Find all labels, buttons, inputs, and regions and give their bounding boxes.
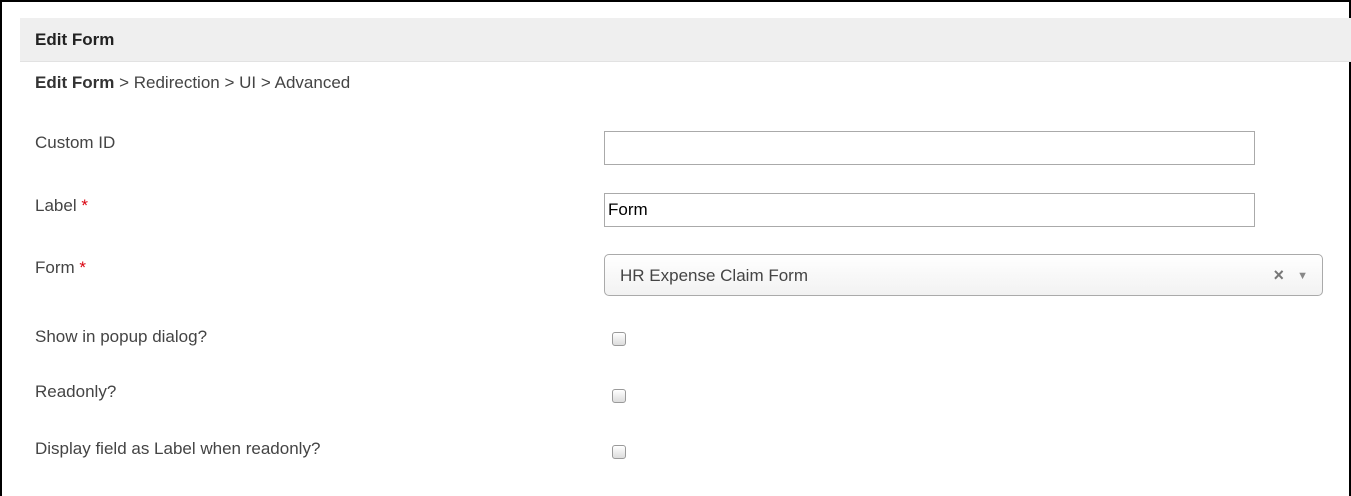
- display-as-label-label: Display field as Label when readonly?: [35, 439, 320, 459]
- readonly-label-text: Readonly?: [35, 382, 117, 401]
- label-input[interactable]: [604, 193, 1255, 227]
- breadcrumb-step-advanced[interactable]: Advanced: [275, 73, 351, 92]
- form-field-label-text: Form: [35, 258, 75, 277]
- label-field-label: Label *: [35, 196, 88, 216]
- display-as-label-label-text: Display field as Label when readonly?: [35, 439, 321, 458]
- breadcrumb: Edit Form > Redirection > UI > Advanced: [35, 73, 350, 93]
- custom-id-label-text: Custom ID: [35, 133, 116, 152]
- show-in-popup-label: Show in popup dialog?: [35, 327, 207, 347]
- breadcrumb-step-redirection[interactable]: Redirection: [134, 73, 220, 92]
- show-in-popup-label-text: Show in popup dialog?: [35, 327, 208, 346]
- breadcrumb-step-ui[interactable]: UI: [239, 73, 256, 92]
- required-marker: *: [81, 196, 88, 215]
- breadcrumb-current: Edit Form: [35, 73, 115, 92]
- panel-header: Edit Form: [20, 18, 1351, 62]
- breadcrumb-separator: >: [224, 73, 235, 92]
- panel-title: Edit Form: [35, 30, 115, 49]
- chevron-down-icon[interactable]: ▼: [1297, 267, 1308, 285]
- display-as-label-checkbox[interactable]: [612, 445, 626, 459]
- required-marker: *: [79, 258, 87, 277]
- label-field-label-text: Label: [35, 196, 77, 215]
- clear-icon[interactable]: ×: [1273, 265, 1284, 285]
- breadcrumb-separator: >: [260, 73, 271, 92]
- custom-id-label: Custom ID: [35, 133, 115, 153]
- readonly-checkbox[interactable]: [612, 389, 626, 403]
- show-in-popup-checkbox[interactable]: [612, 332, 626, 346]
- form-select-value: HR Expense Claim Form: [620, 266, 808, 285]
- breadcrumb-separator: >: [119, 73, 130, 92]
- readonly-label: Readonly?: [35, 382, 116, 402]
- form-field-label: Form *: [35, 258, 86, 278]
- custom-id-input[interactable]: [604, 131, 1255, 165]
- form-select[interactable]: HR Expense Claim Form × ▼: [604, 254, 1323, 296]
